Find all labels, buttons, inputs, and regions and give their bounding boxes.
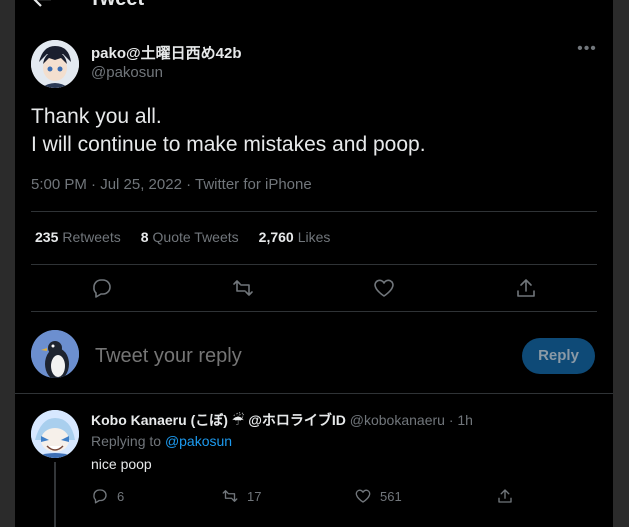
tweet-text: Thank you all. I will continue to make m… [31, 103, 426, 159]
tweet-text-line: Thank you all. [31, 105, 162, 128]
like-icon [354, 487, 372, 505]
more-options-icon[interactable]: ••• [577, 41, 597, 62]
reply-input[interactable] [93, 344, 497, 369]
tweet-text-line: I will continue to make mistakes and poo… [31, 133, 426, 156]
reply-button[interactable]: Reply [522, 338, 595, 374]
author-handle[interactable]: @pakosun [91, 64, 163, 81]
reply-retweet-button[interactable]: 17 [221, 486, 261, 506]
like-icon[interactable] [372, 276, 396, 300]
retweets-stat[interactable]: 235 Retweets [35, 229, 121, 245]
share-icon [496, 487, 514, 505]
tweet-stats: 235 Retweets 8 Quote Tweets 2,760 Likes [35, 229, 330, 245]
header: Tweet [15, 0, 613, 16]
divider [15, 393, 613, 394]
reply-icon [91, 487, 109, 505]
reply-share-button[interactable] [496, 486, 514, 506]
reply-actions: 6 17 561 [91, 486, 521, 506]
retweet-count: 17 [247, 488, 262, 504]
divider [31, 264, 597, 265]
like-count: 561 [380, 488, 402, 504]
current-user-avatar[interactable] [31, 330, 79, 378]
replying-to-link[interactable]: @pakosun [165, 433, 232, 449]
retweet-icon[interactable] [231, 276, 255, 300]
tweet-panel: Tweet pako@土曜日西め42b @pakosun ••• Thank y… [15, 0, 613, 527]
reply-author-handle[interactable]: @kobokanaeru [350, 412, 445, 428]
reply-count: 6 [117, 488, 125, 504]
reply-text: nice poop [91, 456, 152, 472]
reply-reply-button[interactable]: 6 [91, 486, 124, 506]
author-display-name[interactable]: pako@土曜日西め42b [91, 42, 241, 63]
divider [31, 311, 597, 312]
reply-icon[interactable] [90, 276, 114, 300]
author-avatar[interactable] [31, 40, 79, 88]
replying-to: Replying to @pakosun [91, 433, 233, 449]
reply-time[interactable]: · 1h [449, 412, 473, 428]
thread-line [54, 462, 56, 527]
page-title: Tweet [89, 0, 144, 10]
reply-author-avatar[interactable] [31, 410, 79, 458]
quote-tweets-stat[interactable]: 8 Quote Tweets [141, 229, 239, 245]
reply-author-line[interactable]: Kobo Kanaeru (こぼ) ☔ @ホロライブID @kobokanaer… [91, 410, 473, 430]
tweet-timestamp[interactable]: 5:00 PM · Jul 25, 2022 · Twitter for iPh… [31, 176, 312, 193]
divider [31, 211, 597, 212]
back-arrow-icon[interactable] [31, 0, 53, 10]
likes-stat[interactable]: 2,760 Likes [259, 229, 331, 245]
share-icon[interactable] [514, 276, 538, 300]
tweet-actions [15, 272, 613, 304]
retweet-icon [221, 487, 239, 505]
reply-author-display-name[interactable]: Kobo Kanaeru (こぼ) ☔ @ホロライブID [91, 412, 346, 428]
reply-like-button[interactable]: 561 [354, 486, 402, 506]
